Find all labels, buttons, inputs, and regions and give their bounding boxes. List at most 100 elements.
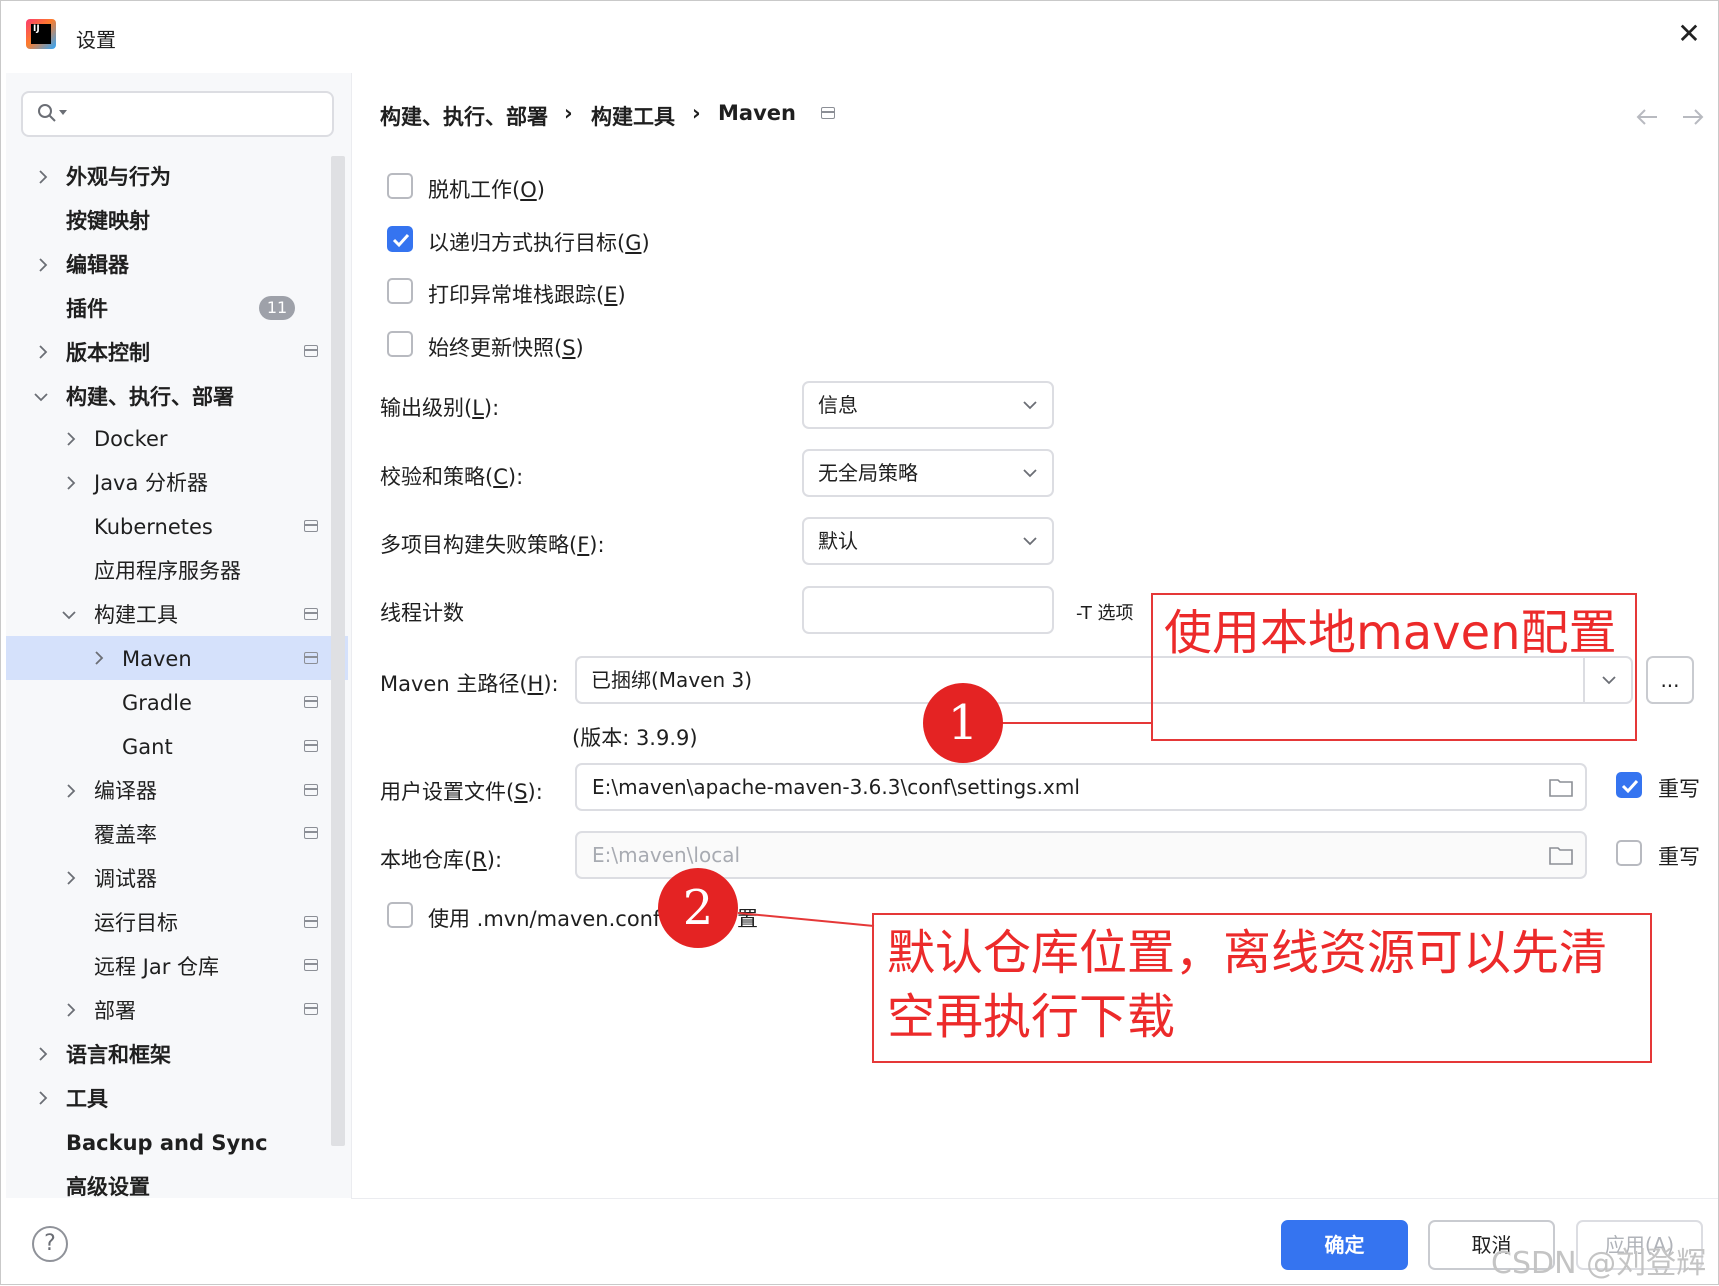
sidebar-item-app-servers[interactable]: 应用程序服务器 <box>94 551 241 591</box>
sidebar-item-run-targets[interactable]: 运行目标 <box>94 903 178 943</box>
checksum-label: 校验和策略(C): <box>380 465 524 489</box>
override-user-settings-label: 重写 <box>1658 777 1700 801</box>
output-level-select[interactable]: 信息 <box>802 381 1054 429</box>
close-icon[interactable]: ✕ <box>1674 19 1704 49</box>
sidebar-item-keymap[interactable]: 按键映射 <box>66 201 150 241</box>
sidebar-item-advanced[interactable]: 高级设置 <box>66 1167 150 1207</box>
annotation-marker-2: 2 <box>658 868 738 948</box>
project-scope-icon <box>821 107 835 119</box>
sidebar-item-deployment[interactable]: 部署 <box>94 991 136 1031</box>
chevron-right-icon[interactable] <box>63 1002 79 1018</box>
back-arrow-icon[interactable] <box>1635 107 1659 127</box>
use-mvn-config-label: 使用 .mvn/maven.confi <box>428 907 667 931</box>
annotation-text-2-line2: 空再执行下载 <box>887 989 1176 1045</box>
user-settings-value: E:\maven\apache-maven-3.6.3\conf\setting… <box>592 775 1080 799</box>
chevron-right-icon[interactable] <box>63 431 79 447</box>
use-mvn-config-label-tail: 置 <box>737 907 758 931</box>
override-user-settings-checkbox[interactable] <box>1616 772 1642 798</box>
forward-arrow-icon[interactable] <box>1681 107 1705 127</box>
user-settings-input[interactable]: E:\maven\apache-maven-3.6.3\conf\setting… <box>575 763 1587 811</box>
breadcrumb-part-maven: Maven <box>718 101 796 125</box>
chevron-right-icon[interactable] <box>35 1046 51 1062</box>
project-scope-icon <box>304 916 318 928</box>
recursive-checkbox[interactable] <box>387 226 413 252</box>
sidebar-item-java-profiler[interactable]: Java 分析器 <box>94 463 208 503</box>
update-snapshots-checkbox[interactable] <box>387 331 413 357</box>
offline-checkbox[interactable] <box>387 173 413 199</box>
maven-version-text: (版本: 3.9.9) <box>572 726 698 750</box>
sidebar-item-kubernetes[interactable]: Kubernetes <box>94 507 213 547</box>
sidebar-item-languages[interactable]: 语言和框架 <box>66 1035 171 1075</box>
breadcrumb-part-build[interactable]: 构建、执行、部署 <box>380 101 548 131</box>
breadcrumb-part-build-tools[interactable]: 构建工具 <box>591 101 675 131</box>
breadcrumb-separator: › <box>564 101 573 125</box>
help-button[interactable]: ? <box>32 1226 68 1262</box>
annotation-marker-1: 1 <box>923 683 1003 763</box>
sidebar-item-coverage[interactable]: 覆盖率 <box>94 815 157 855</box>
checkmark-icon <box>392 233 410 248</box>
folder-icon[interactable] <box>1549 845 1573 865</box>
chevron-right-icon[interactable] <box>63 870 79 886</box>
chevron-right-icon[interactable] <box>63 783 79 799</box>
chevron-right-icon[interactable] <box>91 650 107 666</box>
chevron-down-icon[interactable] <box>33 389 49 405</box>
sidebar-item-remote-jar[interactable]: 远程 Jar 仓库 <box>94 947 219 987</box>
settings-window: IJ 设置 ✕ 外观与行为 按键映射 编辑器 插件 11 版本控制 构建、执行、… <box>0 0 1719 1285</box>
search-input[interactable] <box>21 91 334 137</box>
project-scope-icon <box>304 345 318 357</box>
project-scope-icon <box>304 652 318 664</box>
chevron-right-icon[interactable] <box>35 1090 51 1106</box>
override-local-repo-checkbox[interactable] <box>1616 840 1642 866</box>
chevron-right-icon[interactable] <box>63 475 79 491</box>
offline-label: 脱机工作(O) <box>428 178 545 202</box>
sidebar-item-vcs[interactable]: 版本控制 <box>66 333 150 373</box>
annotation-text-1: 使用本地maven配置 <box>1164 605 1617 661</box>
project-scope-icon <box>304 696 318 708</box>
checkmark-icon <box>1621 779 1639 794</box>
project-scope-icon <box>304 608 318 620</box>
multiproject-value: 默认 <box>818 529 858 553</box>
project-scope-icon <box>304 1003 318 1015</box>
ok-button[interactable]: 确定 <box>1281 1220 1408 1270</box>
chevron-right-icon[interactable] <box>35 344 51 360</box>
local-repo-input[interactable]: E:\maven\local <box>575 831 1587 879</box>
sidebar-item-gradle[interactable]: Gradle <box>122 683 192 723</box>
stacktrace-checkbox[interactable] <box>387 278 413 304</box>
chevron-right-icon[interactable] <box>35 257 51 273</box>
title-bar: IJ 设置 ✕ <box>1 1 1718 73</box>
recursive-label: 以递归方式执行目标(G) <box>428 231 650 255</box>
thread-count-input[interactable] <box>802 586 1054 634</box>
chevron-down-icon <box>1023 469 1037 478</box>
sidebar-item-docker[interactable]: Docker <box>94 419 168 459</box>
thread-count-hint: -T 选项 <box>1076 603 1134 624</box>
multiproject-select[interactable]: 默认 <box>802 517 1054 565</box>
chevron-down-icon <box>1023 401 1037 410</box>
chevron-down-icon[interactable] <box>61 607 77 623</box>
sidebar-item-debugger[interactable]: 调试器 <box>94 859 157 899</box>
sidebar-item-plugins[interactable]: 插件 <box>66 289 108 329</box>
sidebar-item-compiler[interactable]: 编译器 <box>94 771 157 811</box>
sidebar-scrollbar[interactable] <box>331 156 345 1146</box>
browse-maven-home-button[interactable]: ... <box>1646 656 1694 704</box>
sidebar-item-appearance[interactable]: 外观与行为 <box>66 157 171 197</box>
use-mvn-config-checkbox[interactable] <box>387 902 413 928</box>
sidebar-item-build-tools[interactable]: 构建工具 <box>94 595 178 635</box>
chevron-right-icon[interactable] <box>35 169 51 185</box>
chevron-down-icon <box>59 110 67 115</box>
folder-icon[interactable] <box>1549 777 1573 797</box>
output-level-value: 信息 <box>818 393 858 417</box>
sidebar-item-tools[interactable]: 工具 <box>66 1079 108 1119</box>
sidebar-item-backup-sync[interactable]: Backup and Sync <box>66 1123 268 1163</box>
sidebar-item-gant[interactable]: Gant <box>122 727 173 767</box>
watermark: CSDN @刘登辉 <box>1491 1246 1707 1281</box>
sidebar-item-maven[interactable]: Maven <box>122 639 192 679</box>
maven-home-value: 已捆绑(Maven 3) <box>591 668 753 692</box>
user-settings-label: 用户设置文件(S): <box>380 780 543 804</box>
project-scope-icon <box>304 520 318 532</box>
output-level-label: 输出级别(L): <box>380 396 500 420</box>
checksum-select[interactable]: 无全局策略 <box>802 449 1054 497</box>
sidebar-item-build-exec-deploy[interactable]: 构建、执行、部署 <box>66 377 234 417</box>
checksum-value: 无全局策略 <box>818 461 918 485</box>
sidebar-item-editor[interactable]: 编辑器 <box>66 245 129 285</box>
app-logo-icon: IJ <box>26 19 56 49</box>
